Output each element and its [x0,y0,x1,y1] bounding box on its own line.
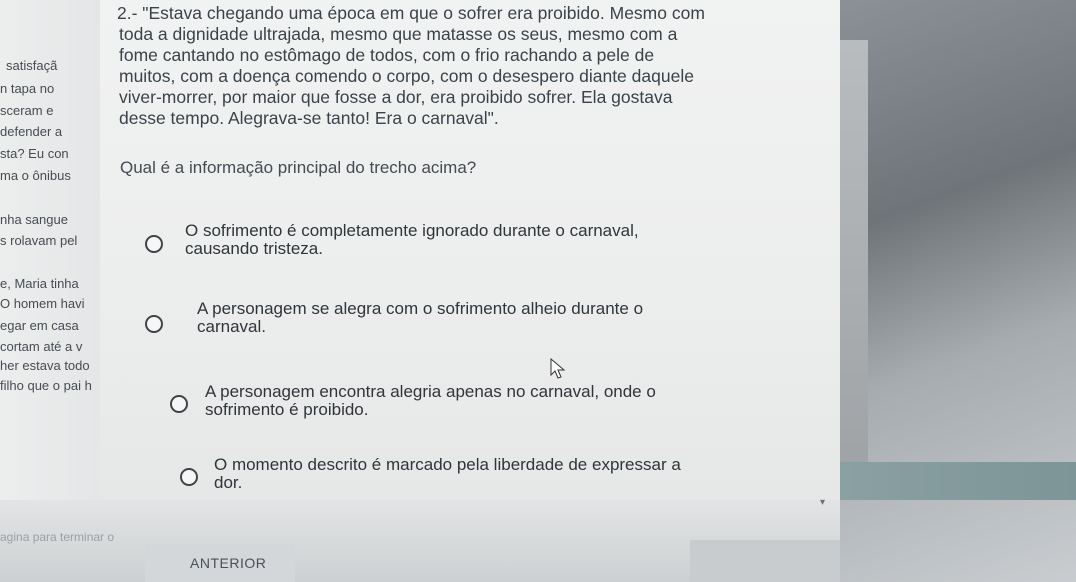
strip-text: e, Maria tinha [0,276,79,291]
mouse-cursor-icon [550,358,566,379]
option-label: A personagem se alegra com o sofrimento … [197,299,644,336]
answer-option-2[interactable]: A personagem se alegra com o sofrimento … [145,300,765,340]
question-line: 2.- "Estava chegando uma época em que o … [117,3,705,23]
strip-text: s rolavam pel [0,233,78,248]
option-label: O momento descrito é marcado pela liberd… [214,455,681,492]
strip-text: nha sangue [0,212,68,227]
strip-text: sta? Eu con [0,146,69,161]
question-line: toda a dignidade ultrajada, mesmo que ma… [119,24,678,44]
option-label: O sofrimento é completamente ignorado du… [185,221,639,258]
answer-option-1[interactable]: O sofrimento é completamente ignorado du… [145,222,765,266]
question-line: muitos, com a doença comendo o corpo, co… [119,66,694,86]
strip-text: satisfaçã [6,58,58,73]
footer-bar: agina para terminar o ANTERIOR [0,500,840,582]
question-card: 2.- "Estava chegando uma época em que o … [100,0,840,500]
question-prompt: Qual é a informação principal do trecho … [120,158,477,177]
previous-panel-strip: satisfaçã n tapa no sceram e defender a … [0,0,100,520]
radio-button[interactable] [170,395,188,413]
strip-text: filho que o pai h [0,378,92,393]
background-region [840,0,1076,582]
chevron-down-icon: ▾ [820,497,826,508]
radio-button[interactable] [145,235,163,253]
strip-text: egar em casa [0,318,79,333]
previous-button[interactable]: ANTERIOR [145,544,295,582]
answer-option-4[interactable]: O momento descrito é marcado pela liberd… [180,456,800,496]
footer-hint: agina para terminar o [0,530,115,544]
strip-text: n tapa no [0,81,55,96]
next-button[interactable] [690,540,840,582]
question-line: viver-morrer, por maior que fosse a dor,… [119,87,673,107]
question-line: desse tempo. Alegrava-se tanto! Era o ca… [119,108,499,128]
decorative-bar [840,462,1076,500]
radio-button[interactable] [145,315,163,333]
strip-text: ma o ônibus [0,168,71,183]
question-text: 2.- "Estava chegando uma época em que o … [117,3,817,129]
answer-option-3[interactable]: A personagem encontra alegria apenas no … [170,383,790,423]
strip-text: cortam até a v [0,339,83,354]
strip-text: defender a [0,124,63,139]
option-label: A personagem encontra alegria apenas no … [205,382,656,419]
question-line: fome cantando no estômago de todos, com … [119,45,655,65]
radio-button[interactable] [180,468,198,486]
strip-text: sceram e [0,103,54,118]
decorative-stripe [840,40,868,470]
strip-text: her estava todo [0,358,90,373]
strip-text: O homem havi [0,296,85,311]
